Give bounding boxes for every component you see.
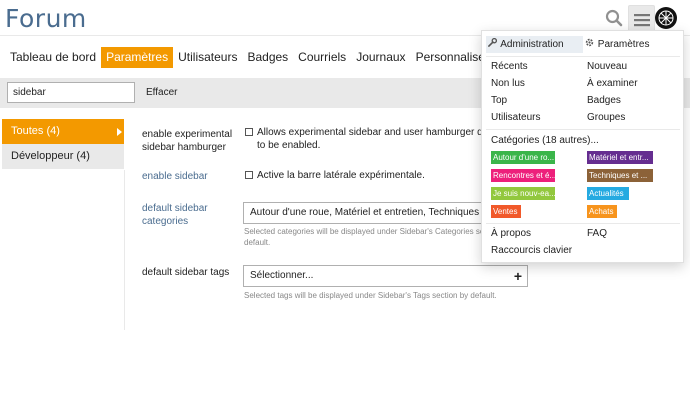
tab-dashboard[interactable]: Tableau de bord [0, 47, 101, 68]
setting-label-experimental-hamburger: enable experimental sidebar hamburger [142, 129, 233, 153]
category-label: Toutes (4) [11, 125, 60, 137]
category-badge[interactable]: Actualités [587, 187, 629, 200]
category-badge[interactable]: Ventes [491, 205, 521, 218]
menu-divider [486, 129, 680, 130]
logo-text: Forum [5, 4, 87, 33]
chevron-right-icon [117, 128, 122, 136]
clear-filter-button[interactable]: Effacer [146, 87, 178, 98]
category-badge[interactable]: Je suis nouv-ea... [491, 187, 555, 200]
setting-label-default-tags: default sidebar tags [142, 267, 230, 278]
plus-icon[interactable]: + [514, 266, 522, 286]
category-label: Développeur (4) [11, 150, 90, 162]
menu-link-groups[interactable]: Groupes [587, 112, 625, 124]
gear-icon [585, 36, 595, 53]
menu-divider [486, 56, 680, 57]
menu-settings-label: Paramètres [597, 39, 650, 50]
menu-link-keyboard-shortcuts[interactable]: Raccourcis clavier [491, 245, 572, 257]
menu-admin-link[interactable]: Administration [486, 36, 583, 53]
setting-label-default-categories: default sidebar categories [142, 203, 208, 227]
search-icon[interactable] [603, 7, 625, 29]
category-badge[interactable]: Rencontres et é... [491, 169, 555, 182]
tab-emails[interactable]: Courriels [293, 47, 351, 68]
menu-settings-link[interactable]: Paramètres [585, 36, 649, 53]
menu-categories-link[interactable]: Catégories (18 autres)... [491, 135, 599, 146]
default-tags-chooser[interactable]: Sélectionner... + [243, 265, 528, 287]
setting-description: Active la barre latérale expérimentale. [257, 170, 425, 181]
hamburger-icon[interactable] [628, 5, 655, 33]
tab-badges[interactable]: Badges [242, 47, 293, 68]
experimental-hamburger-checkbox[interactable] [245, 128, 253, 136]
menu-divider [486, 223, 680, 224]
setting-help: Selected tags will be displayed under Si… [244, 291, 497, 300]
admin-nav: Tableau de bord Paramètres Utilisateurs … [0, 47, 512, 69]
category-badge[interactable]: Techniques et ... [587, 169, 653, 182]
setting-label-enable-sidebar: enable sidebar [142, 171, 208, 182]
menu-link-about[interactable]: À propos [491, 228, 531, 240]
hamburger-menu-panel: Administration Paramètres Récents Non lu… [481, 30, 684, 263]
tab-logs[interactable]: Journaux [351, 47, 410, 68]
menu-link-users[interactable]: Utilisateurs [491, 112, 540, 124]
menu-link-unread[interactable]: Non lus [491, 78, 525, 90]
category-badge[interactable]: Achats [587, 205, 617, 218]
filter-input[interactable]: sidebar [7, 82, 135, 103]
menu-link-badges[interactable]: Badges [587, 95, 621, 107]
menu-link-latest[interactable]: Récents [491, 61, 528, 73]
tab-users[interactable]: Utilisateurs [173, 47, 242, 68]
setting-description: Allows experimental sidebar and user ham… [257, 127, 509, 138]
category-developer[interactable]: Développeur (4) [2, 144, 124, 169]
setting-help-cont: default. [244, 238, 271, 247]
setting-help: Selected categories will be displayed un… [244, 227, 489, 236]
category-badge[interactable]: Matériel et entr... [587, 151, 653, 164]
wrench-icon [488, 36, 498, 53]
menu-link-faq[interactable]: FAQ [587, 228, 607, 240]
tab-settings[interactable]: Paramètres [101, 47, 174, 68]
setting-description-cont: to be enabled. [257, 140, 321, 151]
chooser-value: Autour d'une roue, Matériel et entretien… [250, 207, 511, 218]
category-all[interactable]: Toutes (4) [2, 119, 124, 144]
site-logo[interactable]: Forum [5, 4, 87, 33]
avatar[interactable] [655, 7, 677, 29]
chooser-value: Sélectionner... [250, 270, 314, 281]
settings-category-list: Toutes (4) Développeur (4) [2, 119, 124, 169]
enable-sidebar-checkbox[interactable] [245, 171, 253, 179]
category-badge[interactable]: Autour d'une ro... [491, 151, 555, 164]
menu-link-top[interactable]: Top [491, 95, 507, 107]
menu-admin-label: Administration [500, 39, 564, 50]
menu-link-review[interactable]: À examiner [587, 78, 638, 90]
divider [124, 170, 125, 330]
menu-link-new[interactable]: Nouveau [587, 61, 627, 73]
